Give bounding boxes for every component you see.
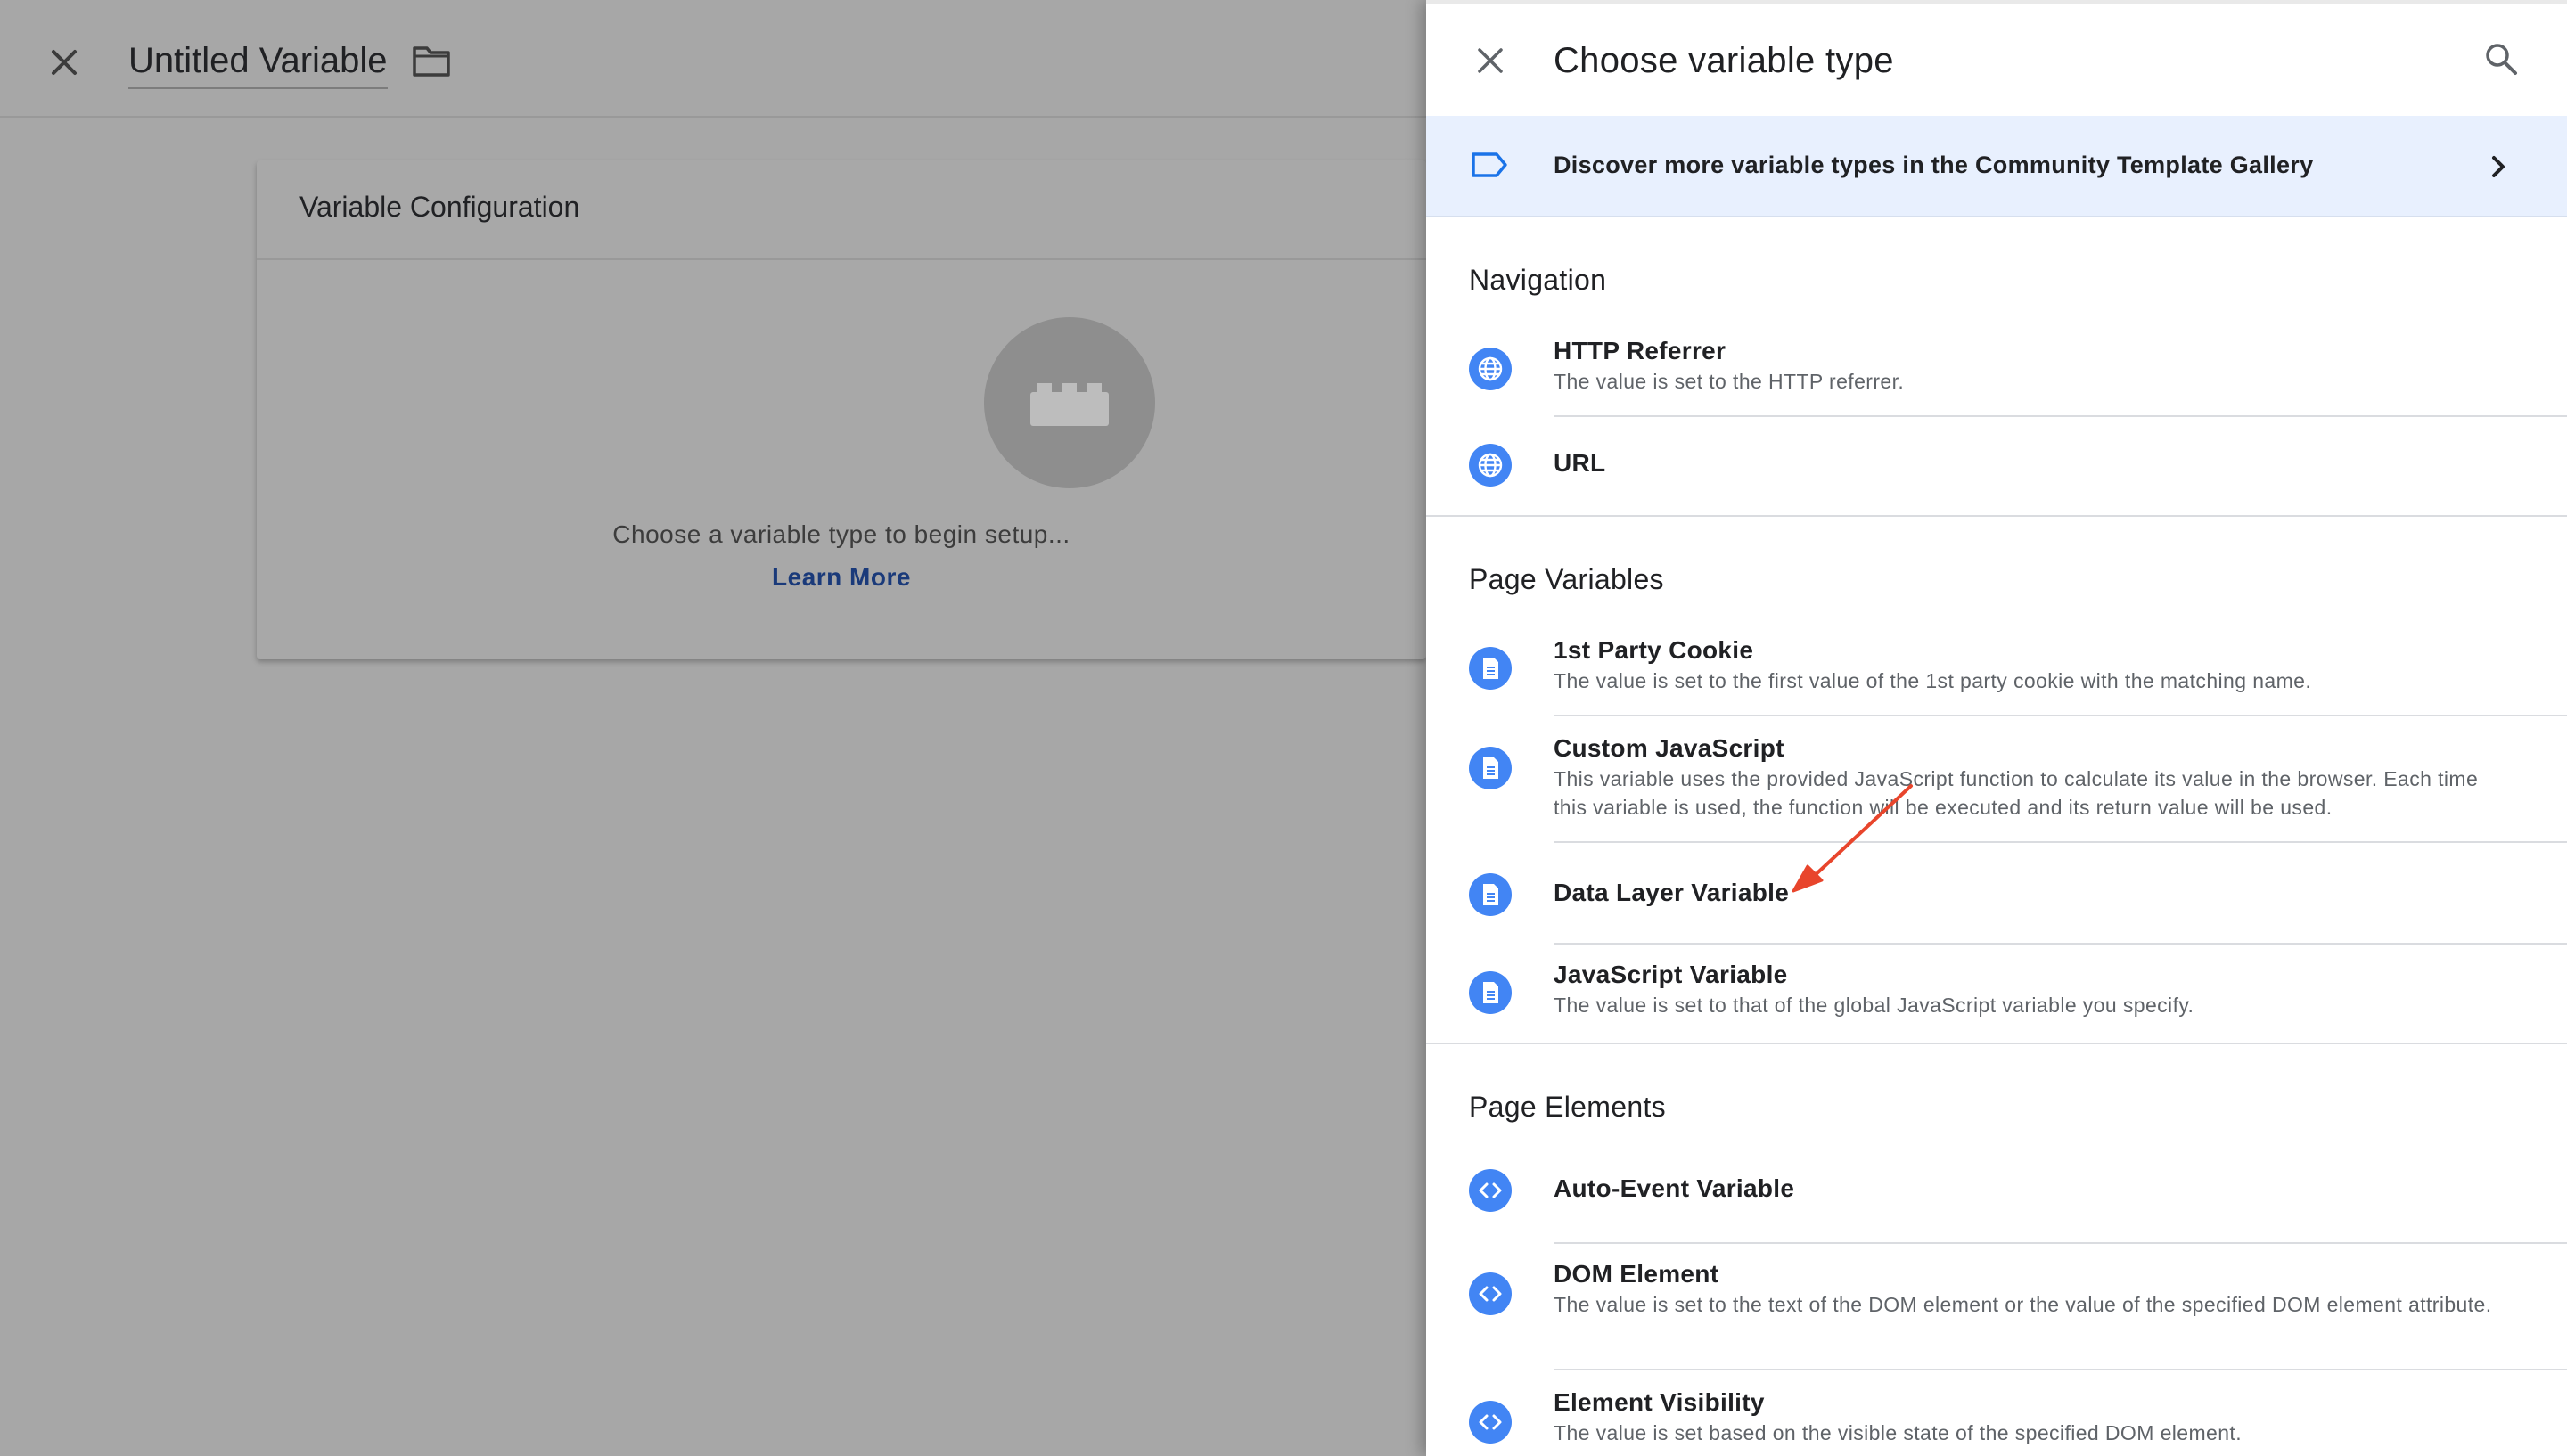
variable-type-description: The value is set to the HTTP referrer. (1554, 370, 1905, 393)
variable-type-url[interactable]: URL (1426, 419, 2567, 517)
divider (1554, 943, 2567, 945)
panel-top-border (1426, 0, 2567, 4)
variable-type-element-visibility[interactable]: Element Visibility The value is set base… (1426, 1386, 2567, 1456)
code-icon (1469, 1401, 1512, 1444)
divider (1554, 415, 2567, 417)
divider (1554, 1242, 2567, 1244)
variable-type-name: Element Visibility (1554, 1388, 1765, 1416)
search-icon[interactable] (2483, 41, 2519, 77)
card-title: Variable Configuration (299, 191, 580, 223)
document-icon (1469, 647, 1512, 690)
section-title-page-variables: Page Variables (1469, 563, 1664, 595)
variable-type-name: HTTP Referrer (1554, 337, 1726, 364)
divider (1554, 1369, 2567, 1370)
variable-type-javascript-variable[interactable]: JavaScript Variable The value is set to … (1426, 959, 2567, 1048)
variable-type-1st-party-cookie[interactable]: 1st Party Cookie The value is set to the… (1426, 629, 2567, 718)
section-title-navigation: Navigation (1469, 264, 1607, 296)
card-header: Variable Configuration (257, 160, 1426, 260)
variable-type-name: Custom JavaScript (1554, 734, 1784, 762)
folder-icon[interactable] (412, 43, 451, 78)
code-icon (1469, 1272, 1512, 1315)
variable-editor: Untitled Variable Variable Configuration… (0, 0, 1426, 1456)
divider (1426, 515, 2567, 517)
variable-type-description: The value is set to the text of the DOM … (1554, 1293, 2492, 1316)
learn-more-link[interactable]: Learn More (257, 563, 1426, 592)
variable-type-name: JavaScript Variable (1554, 961, 1788, 988)
community-gallery-banner[interactable]: Discover more variable types in the Comm… (1426, 116, 2567, 217)
variable-type-http-referrer[interactable]: HTTP Referrer The value is set to the HT… (1426, 330, 2567, 419)
code-icon (1469, 1169, 1512, 1212)
section-title-page-elements: Page Elements (1469, 1091, 1666, 1123)
divider (1554, 841, 2567, 843)
variable-name-field[interactable]: Untitled Variable (128, 37, 388, 89)
variable-type-description: The value is set to that of the global J… (1554, 994, 2194, 1017)
panel-title: Choose variable type (1554, 41, 1894, 80)
variable-type-description: The value is set to the first value of t… (1554, 669, 2312, 692)
globe-icon (1469, 348, 1512, 390)
close-icon[interactable] (1472, 43, 1508, 78)
editor-header: Untitled Variable (0, 0, 1426, 118)
variable-type-name: Auto-Event Variable (1554, 1174, 1795, 1202)
variable-type-auto-event-variable[interactable]: Auto-Event Variable (1426, 1149, 2567, 1244)
variable-type-description: The value is set based on the visible st… (1554, 1421, 2242, 1444)
document-icon (1469, 747, 1512, 789)
globe-icon (1469, 444, 1512, 487)
variable-type-description: This variable uses the provided JavaScri… (1554, 767, 2479, 819)
block-icon (1030, 383, 1109, 426)
variable-type-name: URL (1554, 449, 1606, 477)
document-icon (1469, 971, 1512, 1014)
variable-type-name: Data Layer Variable (1554, 879, 1790, 906)
variable-type-dom-element[interactable]: DOM Element The value is set to the text… (1426, 1258, 2567, 1374)
close-icon[interactable] (45, 43, 84, 82)
variable-type-custom-javascript[interactable]: Custom JavaScript This variable uses the… (1426, 729, 2567, 845)
variable-type-name: 1st Party Cookie (1554, 636, 1754, 664)
gallery-link-text: Discover more variable types in the Comm… (1554, 151, 2314, 178)
setup-prompt: Choose a variable type to begin setup... (612, 520, 1070, 548)
divider (1554, 715, 2567, 716)
variable-type-name: DOM Element (1554, 1260, 1719, 1288)
variable-configuration-card[interactable]: Variable Configuration Choose a variable… (257, 160, 1426, 659)
tag-icon (1472, 152, 1507, 177)
variable-type-data-layer-variable[interactable]: Data Layer Variable (1426, 847, 2567, 945)
chevron-right-icon (2492, 156, 2505, 177)
document-icon (1469, 873, 1512, 916)
divider (1426, 1043, 2567, 1044)
choose-variable-type-panel: Choose variable type Discover more varia… (1426, 0, 2567, 1456)
